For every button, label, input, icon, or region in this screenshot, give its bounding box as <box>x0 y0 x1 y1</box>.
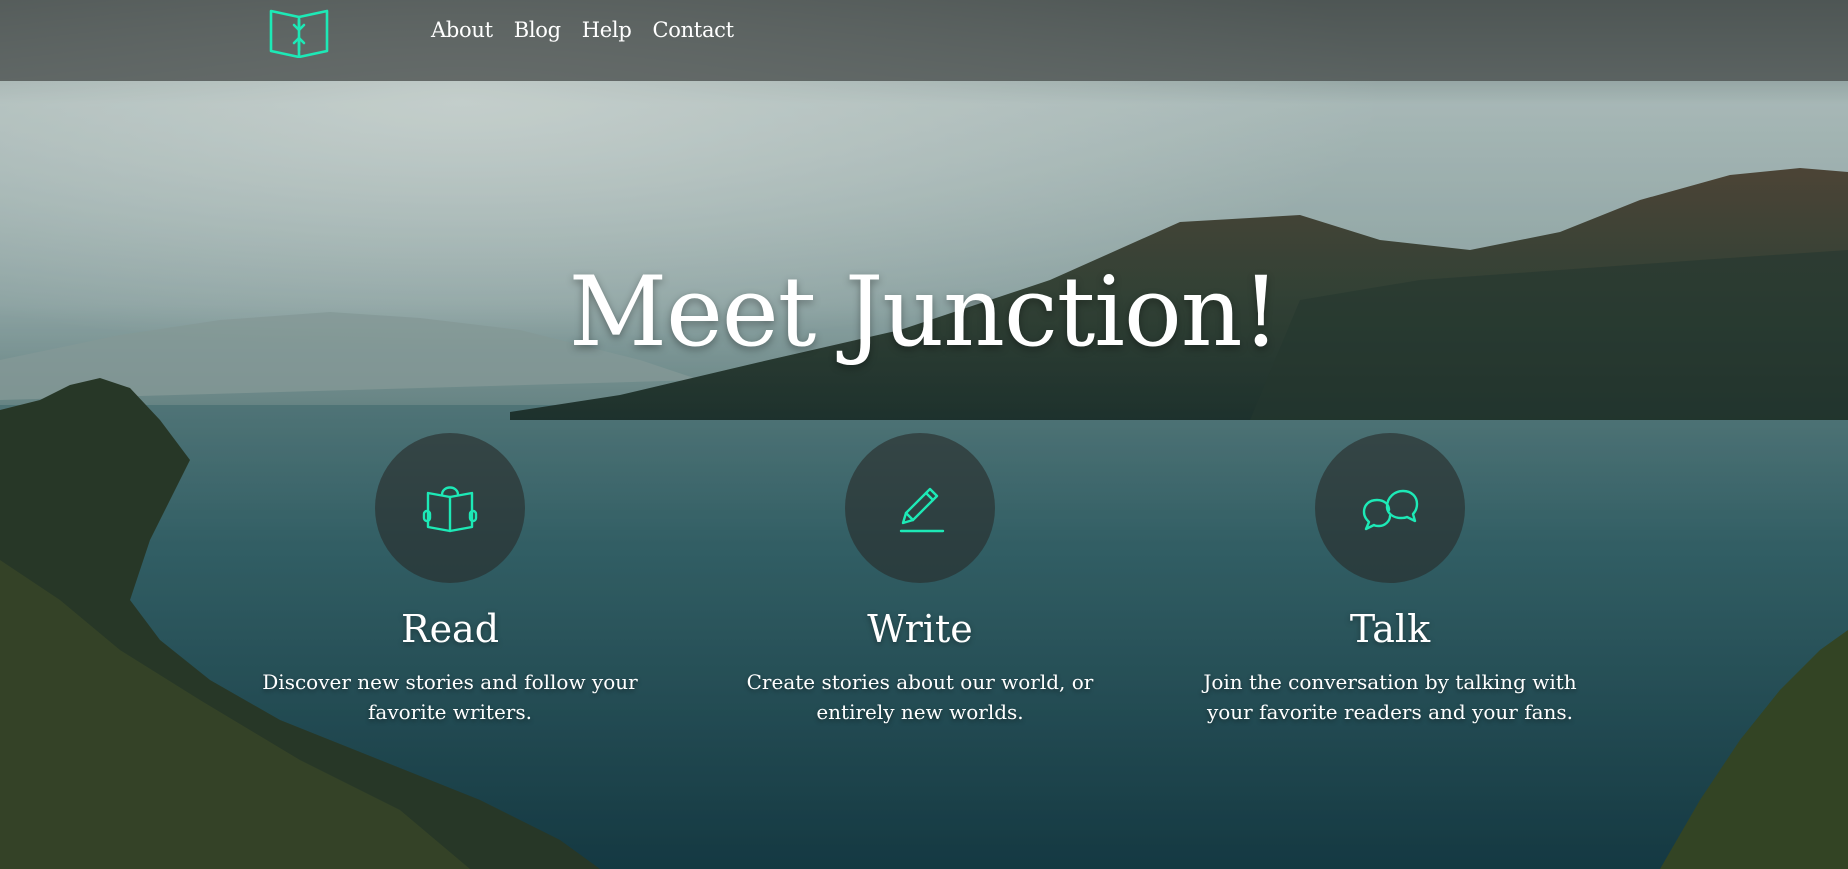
nav-link-help[interactable]: Help <box>582 14 632 46</box>
feature-write-title: Write <box>867 607 973 651</box>
feature-read-description: Discover new stories and follow your fav… <box>262 670 638 724</box>
feature-read-title: Read <box>400 607 500 651</box>
open-book-arrows-icon[interactable] <box>268 6 330 58</box>
nav-link-contact[interactable]: Contact <box>652 14 734 46</box>
feature-talk-icon-circle[interactable] <box>1315 433 1465 583</box>
nav-link-about[interactable]: About <box>431 14 493 46</box>
landing-page: About Blog Help Contact Meet Junction! R… <box>0 0 1848 869</box>
feature-read: Read Discover new stories and follow you… <box>230 433 670 727</box>
top-navbar: About Blog Help Contact <box>0 0 1848 81</box>
feature-write-description: Create stories about our world, or entir… <box>746 670 1094 724</box>
reading-book-icon <box>422 486 478 533</box>
feature-talk-title: Talk <box>1349 607 1431 651</box>
feature-talk: Talk Join the conversation by talking wi… <box>1170 433 1610 727</box>
feature-read-icon-circle[interactable] <box>375 433 525 583</box>
pencil-icon <box>899 487 945 533</box>
hero-title: Meet Junction! <box>568 256 1280 368</box>
nav-link-blog[interactable]: Blog <box>514 14 561 46</box>
chat-bubbles-icon <box>1362 489 1419 531</box>
feature-talk-description: Join the conversation by talking with yo… <box>1203 670 1577 724</box>
feature-write: Write Create stories about our world, or… <box>700 433 1140 727</box>
feature-write-icon-circle[interactable] <box>845 433 995 583</box>
main-nav: About Blog Help Contact <box>431 14 734 46</box>
